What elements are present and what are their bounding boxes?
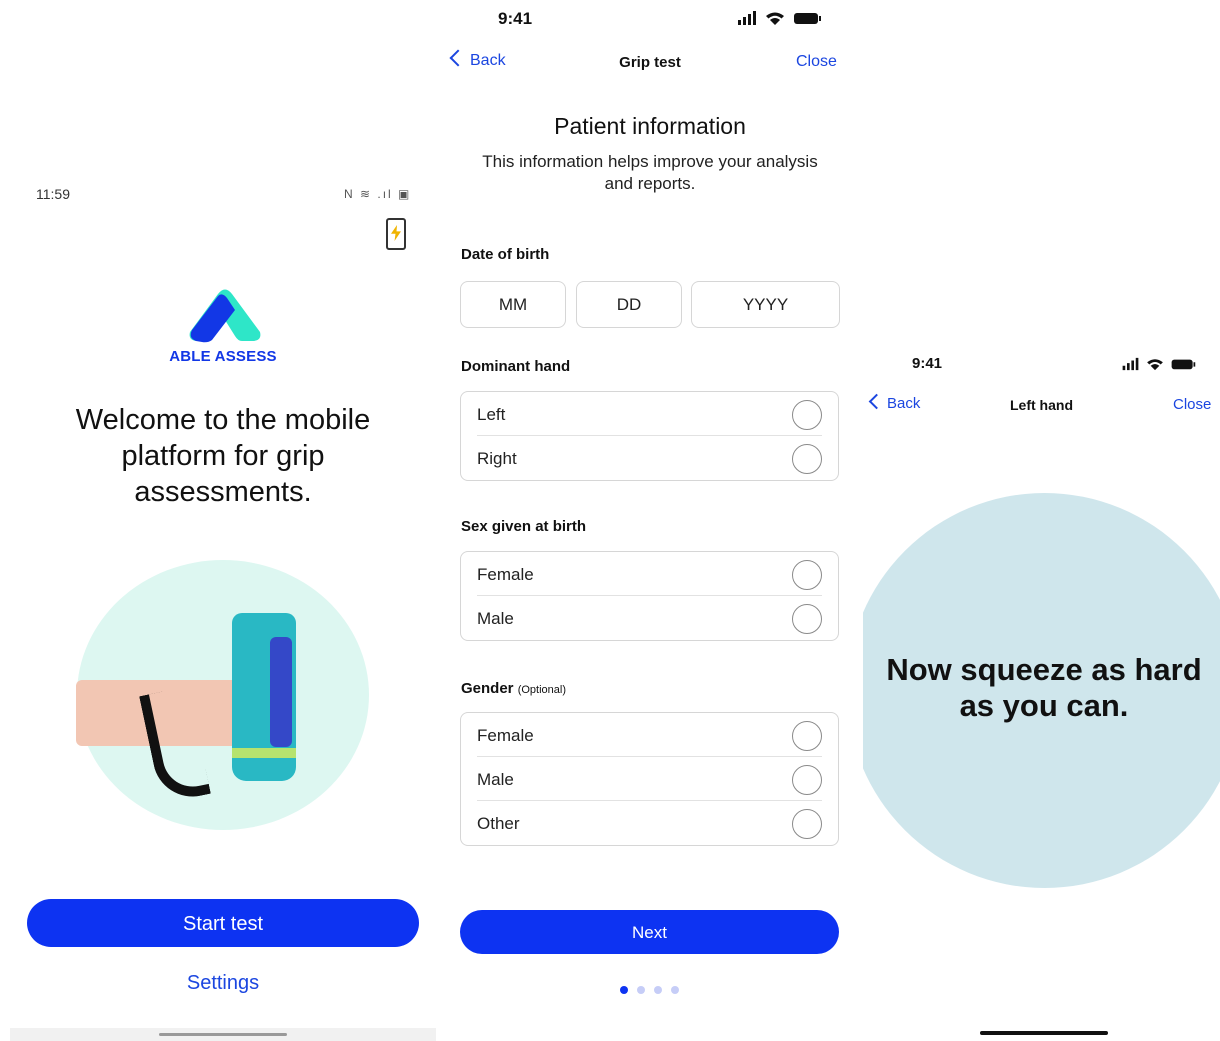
optional-hint: (Optional) — [517, 684, 566, 696]
dob-day-input[interactable]: DD — [576, 281, 682, 328]
status-time: 9:41 — [912, 355, 943, 372]
sex-label: Sex given at birth — [461, 518, 587, 535]
option-label: Left — [477, 405, 506, 424]
welcome-screen: 11:59 N ≋ .ıl ▣ ABLE ASSESS Welcome to t… — [10, 170, 436, 1041]
squeeze-prompt: Now squeeze as hard as you can. — [886, 652, 1202, 723]
dominant-hand-option-right[interactable]: Right — [477, 436, 822, 480]
android-nav-bar — [10, 1028, 436, 1041]
close-button[interactable]: Close — [796, 53, 837, 71]
status-time: 11:59 — [36, 186, 70, 202]
option-label: Male — [477, 609, 514, 628]
dominant-hand-label: Dominant hand — [461, 358, 571, 375]
radio-button[interactable] — [792, 721, 822, 751]
brand-name: ABLE ASSESS — [169, 348, 277, 365]
radio-button[interactable] — [792, 400, 822, 430]
status-icons: N ≋ .ıl ▣ — [344, 187, 412, 201]
page-dot-4 — [671, 986, 679, 994]
radio-button[interactable] — [792, 560, 822, 590]
page-dot-2 — [637, 986, 645, 994]
dob-year-input[interactable]: YYYY — [691, 281, 840, 328]
dob-month-input[interactable]: MM — [460, 281, 566, 328]
radio-button[interactable] — [792, 444, 822, 474]
radio-button[interactable] — [792, 765, 822, 795]
radio-button[interactable] — [792, 809, 822, 839]
status-icons — [738, 11, 821, 25]
gender-option-other[interactable]: Other — [477, 801, 822, 845]
device-battery-icon — [386, 218, 406, 250]
page-dot-3 — [654, 986, 662, 994]
gender-group: Female Male Other — [460, 712, 839, 846]
option-label: Other — [477, 814, 520, 833]
option-label: Female — [477, 726, 534, 745]
option-label: Female — [477, 565, 534, 584]
page-dot-1 — [620, 986, 628, 994]
dominant-hand-group: Left Right — [460, 391, 839, 481]
settings-link[interactable]: Settings — [10, 972, 436, 995]
sex-option-male[interactable]: Male — [477, 596, 822, 640]
dominant-hand-option-left[interactable]: Left — [477, 392, 822, 436]
squeeze-screen: 9:41 Back Left hand Close Now squeeze as… — [863, 340, 1220, 1041]
patient-info-screen: 9:41 Back Grip test Close Patient inform… — [440, 0, 860, 1041]
page-subtitle: This information helps improve your anal… — [482, 152, 818, 193]
home-indicator[interactable] — [980, 1031, 1108, 1035]
status-time: 9:41 — [498, 9, 533, 28]
start-test-button[interactable]: Start test — [27, 899, 419, 947]
gender-label-text: Gender — [461, 680, 514, 697]
gender-option-female[interactable]: Female — [477, 713, 822, 757]
gender-option-male[interactable]: Male — [477, 757, 822, 801]
radio-button[interactable] — [792, 604, 822, 634]
welcome-heading: Welcome to the mobile platform for grip … — [75, 404, 371, 508]
page-indicator — [620, 986, 680, 994]
next-button[interactable]: Next — [460, 910, 839, 954]
page-title: Patient information — [554, 113, 746, 139]
grip-device-illustration — [232, 613, 296, 781]
status-icons — [1122, 357, 1196, 371]
gender-label: Gender (Optional) — [461, 680, 566, 697]
close-button[interactable]: Close — [1173, 396, 1211, 413]
dob-label: Date of birth — [461, 246, 550, 263]
option-label: Right — [477, 449, 517, 468]
option-label: Male — [477, 770, 514, 789]
nav-title: Left hand — [1010, 397, 1073, 413]
able-assess-logo — [189, 289, 261, 343]
sex-group: Female Male — [460, 551, 839, 641]
home-gesture-bar[interactable] — [159, 1033, 287, 1036]
sex-option-female[interactable]: Female — [477, 552, 822, 596]
